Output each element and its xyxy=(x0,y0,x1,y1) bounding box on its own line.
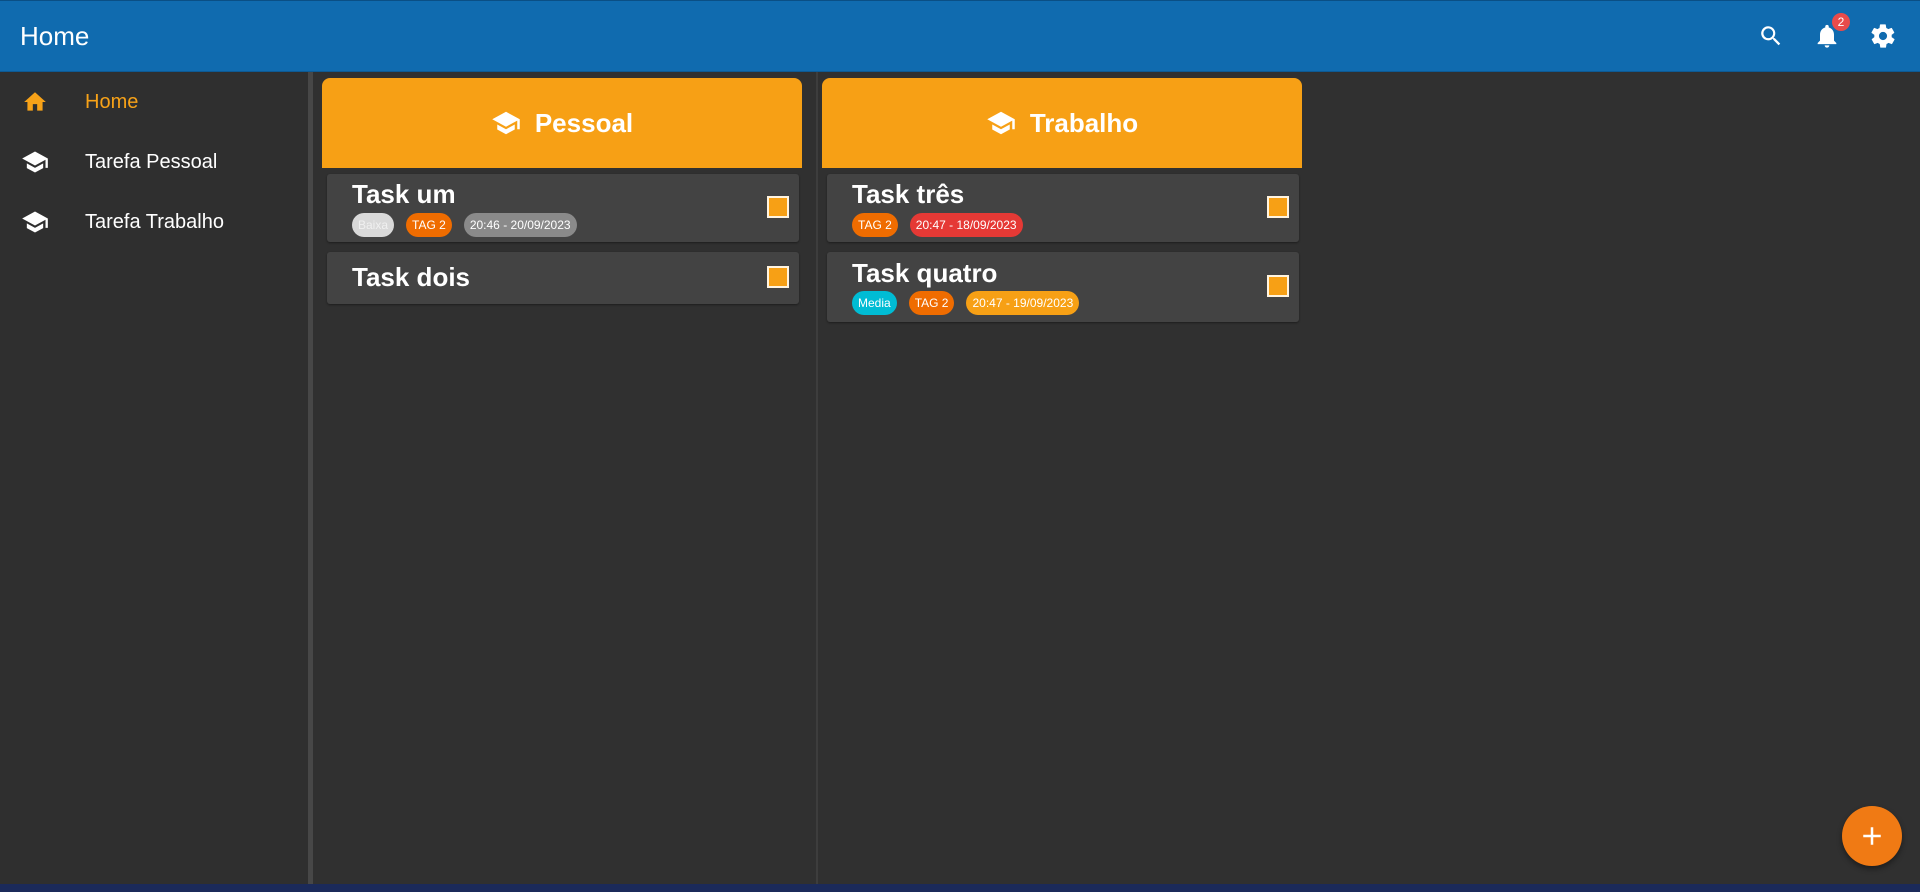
tag-label: TAG 2 xyxy=(406,213,452,237)
bottom-edge xyxy=(0,884,1920,892)
graduation-cap-icon xyxy=(492,111,520,135)
sidebar-item-label: Tarefa Pessoal xyxy=(85,150,218,173)
graduation-cap-icon xyxy=(21,208,49,236)
task-card[interactable]: Task dois xyxy=(327,252,799,304)
sidebar-item-tarefa-pessoal[interactable]: Tarefa Pessoal xyxy=(0,132,308,192)
task-tags: Media TAG 2 20:47 - 19/09/2023 xyxy=(852,291,1080,315)
tag-label: TAG 2 xyxy=(852,213,898,237)
tag-priority: Media xyxy=(852,291,897,315)
tag-due-date: 20:47 - 19/09/2023 xyxy=(966,291,1080,315)
home-icon xyxy=(21,88,49,116)
settings-button[interactable] xyxy=(1866,19,1900,53)
task-tags: TAG 2 20:47 - 18/09/2023 xyxy=(852,213,1023,237)
sidebar-item-tarefa-trabalho[interactable]: Tarefa Trabalho xyxy=(0,192,308,252)
notifications-button[interactable]: 2 xyxy=(1810,13,1850,53)
tag-label: TAG 2 xyxy=(908,291,955,315)
column-title: Trabalho xyxy=(1029,107,1139,138)
sidebar-item-home[interactable]: Home xyxy=(0,72,308,132)
task-title: Task um xyxy=(352,179,456,209)
task-checkbox[interactable] xyxy=(1267,196,1289,218)
search-icon xyxy=(1761,26,1781,46)
sidebar-item-label: Tarefa Trabalho xyxy=(85,210,224,233)
page-title: Home xyxy=(20,20,90,51)
column-header-pessoal[interactable]: Pessoal xyxy=(322,78,802,168)
task-title: Task dois xyxy=(352,262,471,292)
task-card[interactable]: Task quatro Media TAG 2 20:47 - 19/09/20… xyxy=(827,252,1299,322)
search-button[interactable] xyxy=(1754,19,1788,53)
task-tags: Baixa TAG 2 20:46 - 20/09/2023 xyxy=(352,213,577,237)
task-title: Task quatro xyxy=(852,258,998,288)
graduation-cap-icon xyxy=(987,111,1015,135)
graduation-cap-icon xyxy=(21,148,49,176)
task-card[interactable]: Task um Baixa TAG 2 20:46 - 20/09/2023 xyxy=(327,174,799,242)
sidebar: Home Tarefa Pessoal Tarefa Trabalho xyxy=(0,72,313,884)
notification-badge: 2 xyxy=(1832,13,1850,31)
add-task-button[interactable] xyxy=(1842,806,1902,866)
gear-icon xyxy=(1871,24,1895,48)
column-trabalho: Trabalho Task três TAG 2 20:47 - 18/09/2… xyxy=(818,72,1318,884)
plus-icon xyxy=(1863,827,1881,845)
task-card[interactable]: Task três TAG 2 20:47 - 18/09/2023 xyxy=(827,174,1299,242)
kanban-board: Pessoal Task um Baixa TAG 2 20:46 - 20/0… xyxy=(318,72,1920,884)
column-pessoal: Pessoal Task um Baixa TAG 2 20:46 - 20/0… xyxy=(318,72,818,884)
tag-due-date: 20:47 - 18/09/2023 xyxy=(909,213,1023,237)
appbar-actions: 2 xyxy=(1754,13,1900,53)
task-checkbox[interactable] xyxy=(767,196,789,218)
task-checkbox[interactable] xyxy=(767,266,789,288)
app-bar: Home 2 xyxy=(0,0,1920,72)
column-title: Pessoal xyxy=(534,107,634,138)
task-checkbox[interactable] xyxy=(1267,275,1289,297)
tag-due-date: 20:46 - 20/09/2023 xyxy=(463,213,577,237)
column-header-trabalho[interactable]: Trabalho xyxy=(822,78,1302,168)
sidebar-item-label: Home xyxy=(85,90,139,113)
tag-priority: Baixa xyxy=(352,213,395,237)
task-title: Task três xyxy=(852,179,965,209)
